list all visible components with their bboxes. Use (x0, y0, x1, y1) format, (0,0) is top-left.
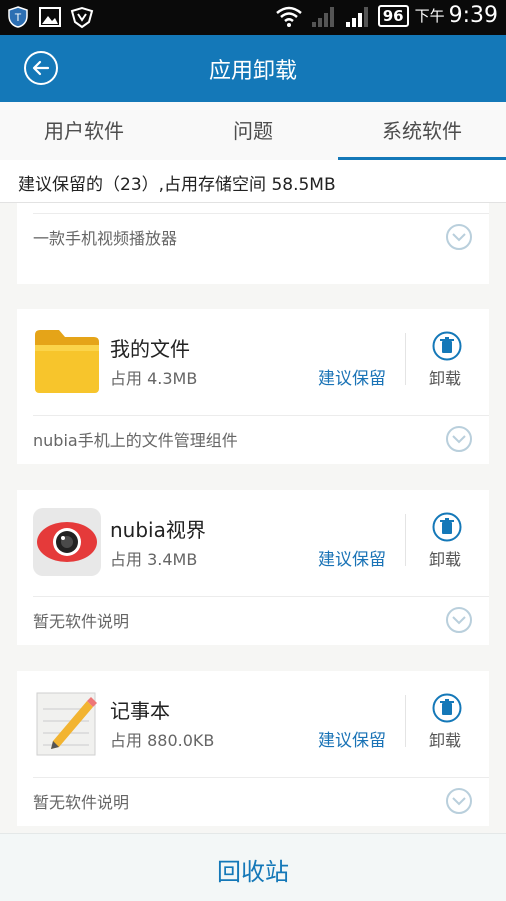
notepad-icon (36, 692, 97, 756)
trash-icon (432, 331, 462, 361)
card-separator (33, 596, 489, 597)
uninstall-button[interactable]: 卸载 (423, 331, 471, 391)
tab-issues[interactable]: 问题 (168, 102, 338, 160)
app-description: 一款手机视频播放器 (33, 229, 178, 248)
app-card-notepad: 记事本 占用 880.0KB 建议保留 卸载 暂无软件说明 (17, 671, 489, 826)
app-card-my-files: 我的文件 占用 4.3MB 建议保留 卸载 nubia手机上的文件管理组件 (17, 309, 489, 464)
bottom-bar: 回收站 (0, 833, 506, 901)
security-badge-icon (70, 6, 94, 29)
card-separator (33, 415, 489, 416)
signal-icon-2 (345, 6, 368, 27)
chevron-down-icon[interactable] (445, 223, 473, 251)
uninstall-button[interactable]: 卸载 (423, 693, 471, 753)
app-name: 我的文件 (110, 337, 190, 361)
app-size: 占用 3.4MB (110, 550, 198, 569)
trash-icon (432, 693, 462, 723)
storage-summary: 建议保留的（23）,占用存储空间 58.5MB (0, 160, 506, 203)
card-separator (33, 213, 489, 214)
clock-time: 9:39 (448, 3, 498, 28)
chevron-down-icon[interactable] (445, 787, 473, 815)
app-size: 占用 4.3MB (110, 369, 198, 388)
app-description: 暂无软件说明 (33, 612, 130, 631)
uninstall-label: 卸载 (429, 550, 462, 569)
card-divider (405, 333, 406, 385)
app-card-video-player: 一款手机视频播放器 (17, 203, 489, 284)
app-description: 暂无软件说明 (33, 793, 130, 812)
suggest-keep-link[interactable]: 建议保留 (318, 726, 386, 751)
uninstall-label: 卸载 (429, 731, 462, 750)
svg-text:T: T (15, 12, 22, 24)
suggest-keep-link[interactable]: 建议保留 (318, 545, 386, 570)
suggest-keep-link[interactable]: 建议保留 (318, 364, 386, 389)
app-size: 占用 880.0KB (110, 731, 215, 750)
app-bar: 应用卸载 (0, 35, 506, 102)
card-divider (405, 514, 406, 566)
chevron-down-icon[interactable] (445, 425, 473, 453)
battery-level: 96 (377, 4, 409, 27)
folder-icon (35, 330, 99, 393)
tab-user-software[interactable]: 用户软件 (0, 102, 168, 160)
clock-ampm: 下午 (414, 7, 445, 25)
status-bar: T 96 下午 9:39 (0, 0, 506, 35)
trash-icon (432, 512, 462, 542)
storage-summary-text: 建议保留的（23）,占用存储空间 58.5MB (18, 175, 336, 195)
app-list: 一款手机视频播放器 我的文件 占用 4.3MB 建议保留 卸载 nubia手机上… (0, 203, 506, 833)
page-title: 应用卸载 (208, 59, 297, 84)
card-divider (405, 695, 406, 747)
app-name: 记事本 (110, 699, 170, 723)
app-name: nubia视界 (110, 518, 206, 542)
uninstall-button[interactable]: 卸载 (423, 512, 471, 572)
uninstall-label: 卸载 (429, 369, 462, 388)
app-card-nubia-vision: nubia视界 占用 3.4MB 建议保留 卸载 暂无软件说明 (17, 490, 489, 645)
recycle-bin-button[interactable]: 回收站 (0, 852, 506, 887)
tab-system-software[interactable]: 系统软件 (338, 102, 506, 160)
chevron-down-icon[interactable] (445, 606, 473, 634)
card-separator (33, 777, 489, 778)
wifi-icon (275, 6, 302, 27)
image-icon (39, 7, 61, 27)
tab-bar: 用户软件 问题 系统软件 (0, 102, 506, 160)
signal-icon (311, 6, 334, 27)
app-description: nubia手机上的文件管理组件 (33, 431, 238, 450)
camera-eye-icon (33, 508, 101, 576)
shield-icon: T (8, 6, 28, 28)
